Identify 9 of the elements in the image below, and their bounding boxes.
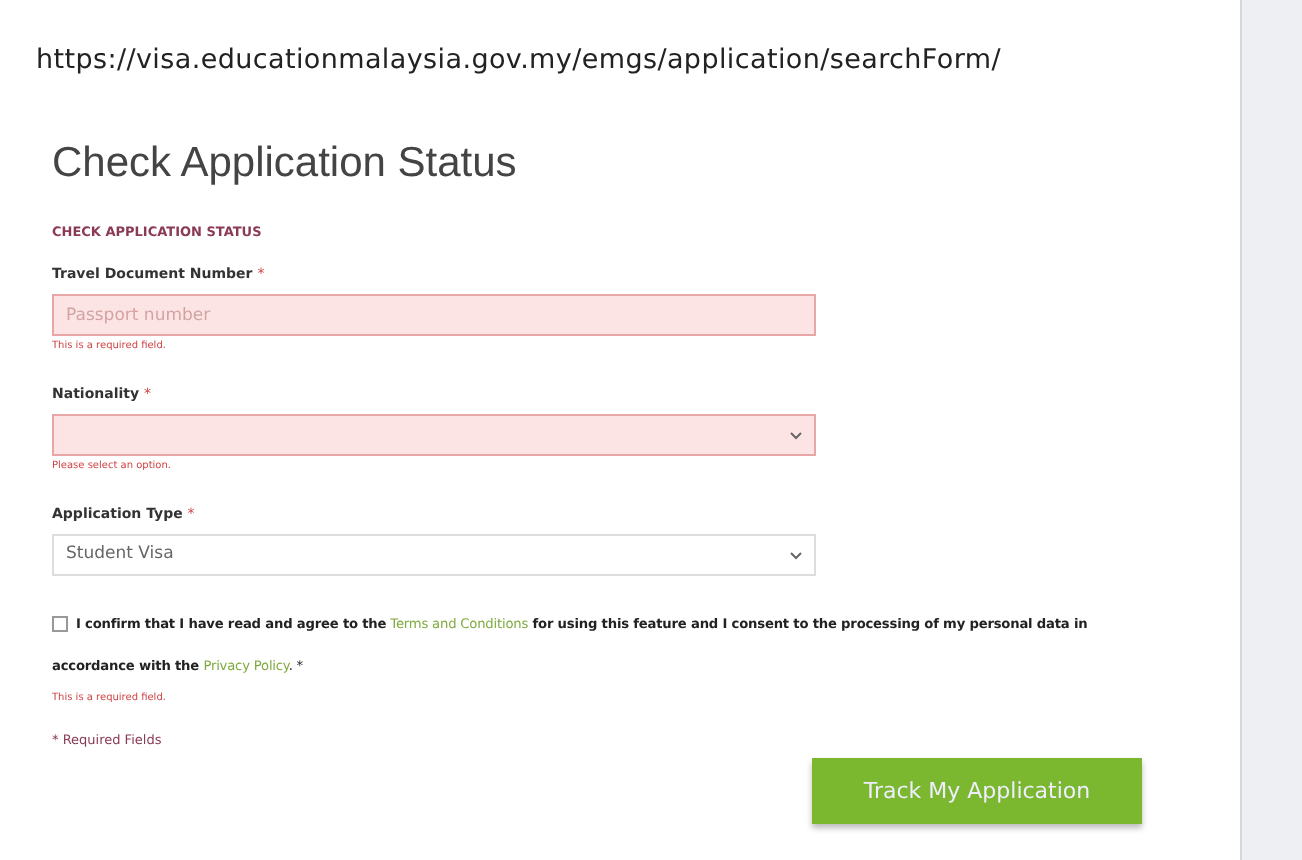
input-field[interactable]: Passport number: [52, 294, 816, 336]
page-url: https://visa.educationmalaysia.gov.my/emgs/application/searchForm/: [36, 42, 1003, 80]
select-field[interactable]: Student Visa: [52, 534, 816, 576]
chevron-down-icon: [790, 431, 802, 439]
select-field[interactable]: [52, 414, 816, 456]
track-button[interactable]: Track My Application: [812, 758, 1142, 825]
page-title: Check Application Status: [52, 138, 519, 191]
chevron-down-icon: [790, 551, 802, 559]
checkbox[interactable]: [52, 616, 68, 633]
